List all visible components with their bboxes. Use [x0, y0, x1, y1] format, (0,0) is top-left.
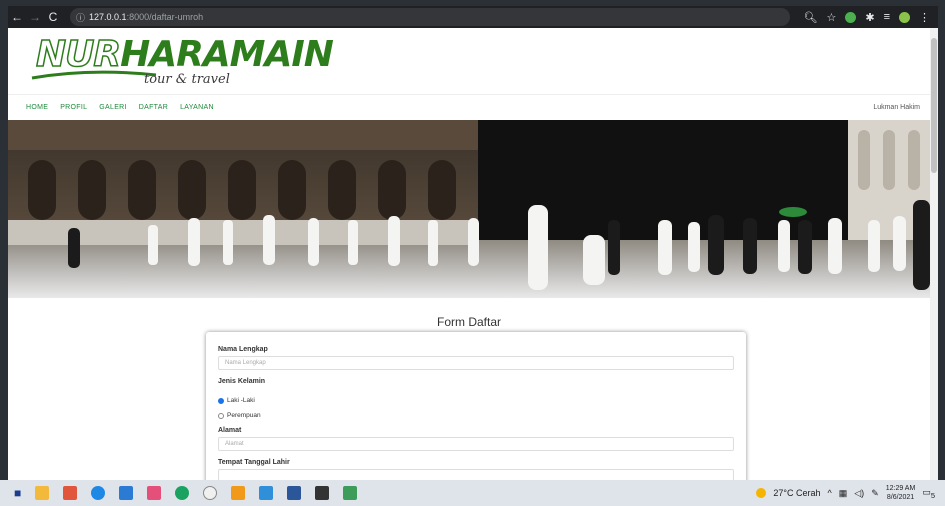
- site-info-icon[interactable]: ⓘ: [76, 11, 85, 24]
- windows-taskbar: ■ 27°C Cerah ^ ▦ ◁) ✎ 12:29 AM 8/6/2021 …: [0, 480, 945, 506]
- menu-kebab-icon[interactable]: ⋮: [919, 11, 930, 24]
- url-path: :8000/daftar-umroh: [126, 12, 204, 22]
- jenis-kelamin-label: Jenis Kelamin: [218, 378, 266, 385]
- page-scrollbar[interactable]: [930, 28, 938, 480]
- hero-banner-image: [8, 120, 930, 298]
- word-icon[interactable]: [287, 486, 302, 500]
- paint-icon[interactable]: [231, 486, 246, 500]
- network-icon[interactable]: ▦: [839, 488, 848, 499]
- address-bar[interactable]: ⓘ 127.0.0.1 :8000/daftar-umroh: [70, 8, 790, 26]
- nama-input[interactable]: Nama Lengkap: [218, 356, 734, 370]
- ttl-input[interactable]: [218, 469, 734, 480]
- nav-home[interactable]: HOME: [26, 104, 48, 111]
- site-logo[interactable]: NURHARAMAIN tour & travel: [26, 32, 334, 94]
- radio-label-laki: Laki -Laki: [227, 397, 255, 404]
- radio-label-perempuan: Perempuan: [227, 412, 261, 419]
- clock-date: 8/6/2021: [886, 494, 915, 501]
- extensions-puzzle-icon[interactable]: ✱: [865, 11, 874, 24]
- edge-icon[interactable]: [91, 486, 106, 500]
- chrome-icon[interactable]: [175, 486, 190, 500]
- url-host: 127.0.0.1: [89, 12, 127, 22]
- logo-subtitle: tour & travel: [144, 72, 230, 87]
- nama-label: Nama Lengkap: [218, 346, 268, 353]
- security-icon[interactable]: [315, 486, 330, 500]
- main-navbar: HOME PROFIL GALERI DAFTAR LAYANAN Lukman…: [8, 94, 930, 120]
- system-clock[interactable]: 12:29 AM 8/6/2021: [886, 484, 916, 502]
- file-explorer-icon[interactable]: [35, 486, 50, 500]
- registration-form: Nama Lengkap Nama Lengkap Jenis Kelamin …: [206, 332, 746, 480]
- back-icon[interactable]: ←: [8, 10, 26, 24]
- radio-selected-icon[interactable]: [218, 397, 224, 404]
- user-name[interactable]: Lukman Hakim: [873, 104, 920, 111]
- app-icon[interactable]: [147, 486, 162, 500]
- forward-icon[interactable]: →: [26, 10, 44, 24]
- nav-profil[interactable]: PROFIL: [60, 104, 87, 111]
- vscode-icon[interactable]: [119, 486, 134, 500]
- sheet-icon[interactable]: [343, 486, 358, 500]
- form-title: Form Daftar: [436, 315, 501, 329]
- emoji-icon[interactable]: [203, 486, 218, 500]
- weather-text[interactable]: 27°C Cerah: [773, 488, 820, 498]
- scrollbar-thumb[interactable]: [931, 38, 937, 173]
- reading-list-icon[interactable]: ≡: [884, 11, 890, 23]
- windows-start-icon[interactable]: ■: [14, 486, 21, 500]
- pen-icon[interactable]: ✎: [871, 488, 879, 499]
- nav-layanan[interactable]: LAYANAN: [180, 104, 214, 111]
- logo-text: NURHARAMAIN: [35, 33, 334, 76]
- profile-avatar[interactable]: [899, 11, 910, 23]
- alamat-input[interactable]: Alamat: [218, 437, 734, 451]
- radio-laki-laki[interactable]: Laki -Laki: [218, 397, 734, 404]
- extension-icon[interactable]: [845, 11, 857, 23]
- ttl-label: Tempat Tanggal Lahir: [218, 459, 290, 466]
- clock-time: 12:29 AM: [885, 485, 916, 492]
- reload-icon[interactable]: C: [44, 10, 62, 24]
- photos-icon[interactable]: [259, 486, 274, 500]
- page-viewport: NURHARAMAIN tour & travel HOME PROFIL GA…: [8, 28, 938, 480]
- radio-perempuan[interactable]: Perempuan: [218, 412, 734, 419]
- zoom-icon[interactable]: 🔍︎: [804, 11, 818, 24]
- office-icon[interactable]: [63, 486, 78, 500]
- browser-toolbar: ← → C ⓘ 127.0.0.1 :8000/daftar-umroh 🔍︎ …: [8, 6, 938, 28]
- alamat-label: Alamat: [218, 427, 242, 434]
- bookmark-star-icon[interactable]: ☆: [826, 11, 836, 24]
- weather-icon[interactable]: [756, 488, 767, 498]
- nav-daftar[interactable]: DAFTAR: [139, 104, 168, 111]
- nav-galeri[interactable]: GALERI: [99, 104, 126, 111]
- notification-icon[interactable]: ▭5: [922, 487, 935, 500]
- notification-count: 5: [930, 490, 935, 500]
- volume-icon[interactable]: ◁): [854, 488, 864, 499]
- tray-chevron-icon[interactable]: ^: [828, 488, 832, 498]
- radio-unselected-icon[interactable]: [218, 412, 224, 419]
